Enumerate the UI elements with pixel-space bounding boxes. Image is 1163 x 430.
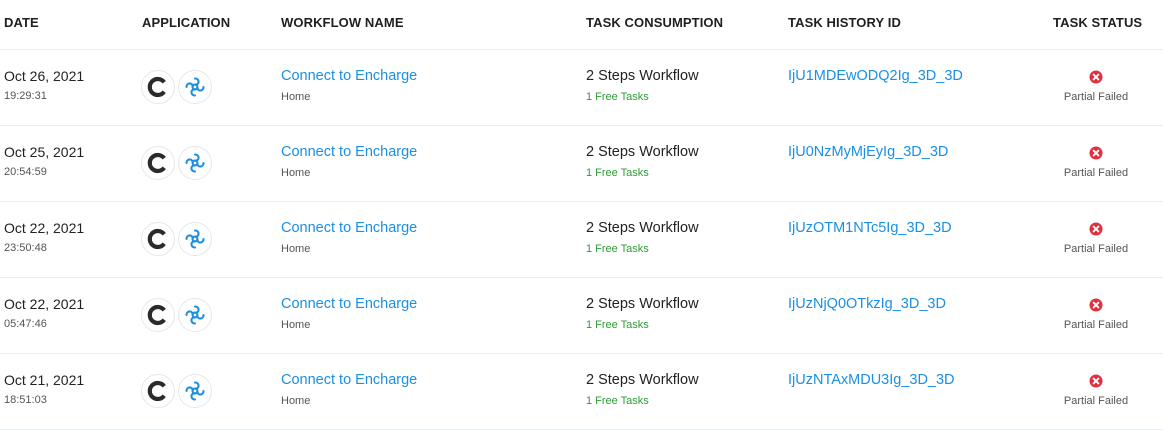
- workflow-folder: Home: [281, 395, 311, 407]
- column-header-application[interactable]: APPLICATION: [142, 15, 230, 30]
- encharge-logo-icon: [141, 70, 175, 104]
- error-circle-icon: [1089, 146, 1103, 160]
- time-cell: 23:50:48: [4, 242, 47, 254]
- steps-count: 2 Steps Workflow: [586, 220, 699, 236]
- application-icons: [141, 146, 221, 182]
- task-history-id-link[interactable]: IjUzOTM1NTc5Ig_3D_3D: [788, 220, 952, 236]
- table-row: Oct 21, 2021 18:51:03 Connect to Encharg…: [0, 354, 1163, 430]
- sendinblue-logo-icon: [178, 146, 212, 180]
- sendinblue-logo-icon: [178, 298, 212, 332]
- workflow-folder: Home: [281, 319, 311, 331]
- free-tasks-label: 1 Free Tasks: [586, 91, 649, 103]
- encharge-logo-icon: [141, 298, 175, 332]
- error-circle-icon: [1089, 374, 1103, 388]
- workflow-name-link[interactable]: Connect to Encharge: [281, 144, 417, 160]
- table-row: Oct 26, 2021 19:29:31 Connect to Encharg…: [0, 50, 1163, 126]
- column-header-date[interactable]: DATE: [4, 15, 39, 30]
- table-row: Oct 22, 2021 23:50:48 Connect to Encharg…: [0, 202, 1163, 278]
- date-cell: Oct 21, 2021: [4, 372, 85, 388]
- workflow-name-link[interactable]: Connect to Encharge: [281, 372, 417, 388]
- column-header-task-consumption[interactable]: TASK CONSUMPTION: [586, 15, 723, 30]
- application-icons: [141, 70, 221, 106]
- encharge-logo-icon: [141, 374, 175, 408]
- free-tasks-label: 1 Free Tasks: [586, 167, 649, 179]
- application-icons: [141, 222, 221, 258]
- sendinblue-logo-icon: [178, 374, 212, 408]
- workflow-folder: Home: [281, 243, 311, 255]
- date-cell: Oct 22, 2021: [4, 296, 85, 312]
- encharge-logo-icon: [141, 146, 175, 180]
- time-cell: 19:29:31: [4, 90, 47, 102]
- application-icons: [141, 298, 221, 334]
- free-tasks-label: 1 Free Tasks: [586, 243, 649, 255]
- free-tasks-label: 1 Free Tasks: [586, 395, 649, 407]
- column-header-workflow-name[interactable]: WORKFLOW NAME: [281, 15, 404, 30]
- task-history-id-link[interactable]: IjUzNjQ0OTkzIg_3D_3D: [788, 296, 946, 312]
- time-cell: 18:51:03: [4, 394, 47, 406]
- steps-count: 2 Steps Workflow: [586, 296, 699, 312]
- time-cell: 05:47:46: [4, 318, 47, 330]
- status-label: Partial Failed: [1063, 319, 1129, 331]
- sendinblue-logo-icon: [178, 222, 212, 256]
- date-cell: Oct 22, 2021: [4, 220, 85, 236]
- workflow-name-link[interactable]: Connect to Encharge: [281, 220, 417, 236]
- table-row: Oct 22, 2021 05:47:46 Connect to Encharg…: [0, 278, 1163, 354]
- error-circle-icon: [1089, 222, 1103, 236]
- column-header-task-history-id[interactable]: TASK HISTORY ID: [788, 15, 901, 30]
- status-label: Partial Failed: [1063, 243, 1129, 255]
- task-history-id-link[interactable]: IjUzNTAxMDU3Ig_3D_3D: [788, 372, 955, 388]
- task-history-id-link[interactable]: IjU1MDEwODQ2Ig_3D_3D: [788, 68, 963, 84]
- error-circle-icon: [1089, 70, 1103, 84]
- steps-count: 2 Steps Workflow: [586, 68, 699, 84]
- free-tasks-label: 1 Free Tasks: [586, 319, 649, 331]
- encharge-logo-icon: [141, 222, 175, 256]
- application-icons: [141, 374, 221, 410]
- steps-count: 2 Steps Workflow: [586, 372, 699, 388]
- table-row: Oct 25, 2021 20:54:59 Connect to Encharg…: [0, 126, 1163, 202]
- workflow-name-link[interactable]: Connect to Encharge: [281, 296, 417, 312]
- task-history-id-link[interactable]: IjU0NzMyMjEyIg_3D_3D: [788, 144, 948, 160]
- status-label: Partial Failed: [1063, 167, 1129, 179]
- date-cell: Oct 25, 2021: [4, 144, 85, 160]
- error-circle-icon: [1089, 298, 1103, 312]
- sendinblue-logo-icon: [178, 70, 212, 104]
- steps-count: 2 Steps Workflow: [586, 144, 699, 160]
- task-history-table: DATE APPLICATION WORKFLOW NAME TASK CONS…: [0, 0, 1163, 430]
- workflow-folder: Home: [281, 167, 311, 179]
- date-cell: Oct 26, 2021: [4, 68, 85, 84]
- status-label: Partial Failed: [1063, 395, 1129, 407]
- table-header: DATE APPLICATION WORKFLOW NAME TASK CONS…: [0, 0, 1163, 50]
- workflow-name-link[interactable]: Connect to Encharge: [281, 68, 417, 84]
- time-cell: 20:54:59: [4, 166, 47, 178]
- workflow-folder: Home: [281, 91, 311, 103]
- column-header-task-status[interactable]: TASK STATUS: [1053, 15, 1142, 30]
- status-label: Partial Failed: [1063, 91, 1129, 103]
